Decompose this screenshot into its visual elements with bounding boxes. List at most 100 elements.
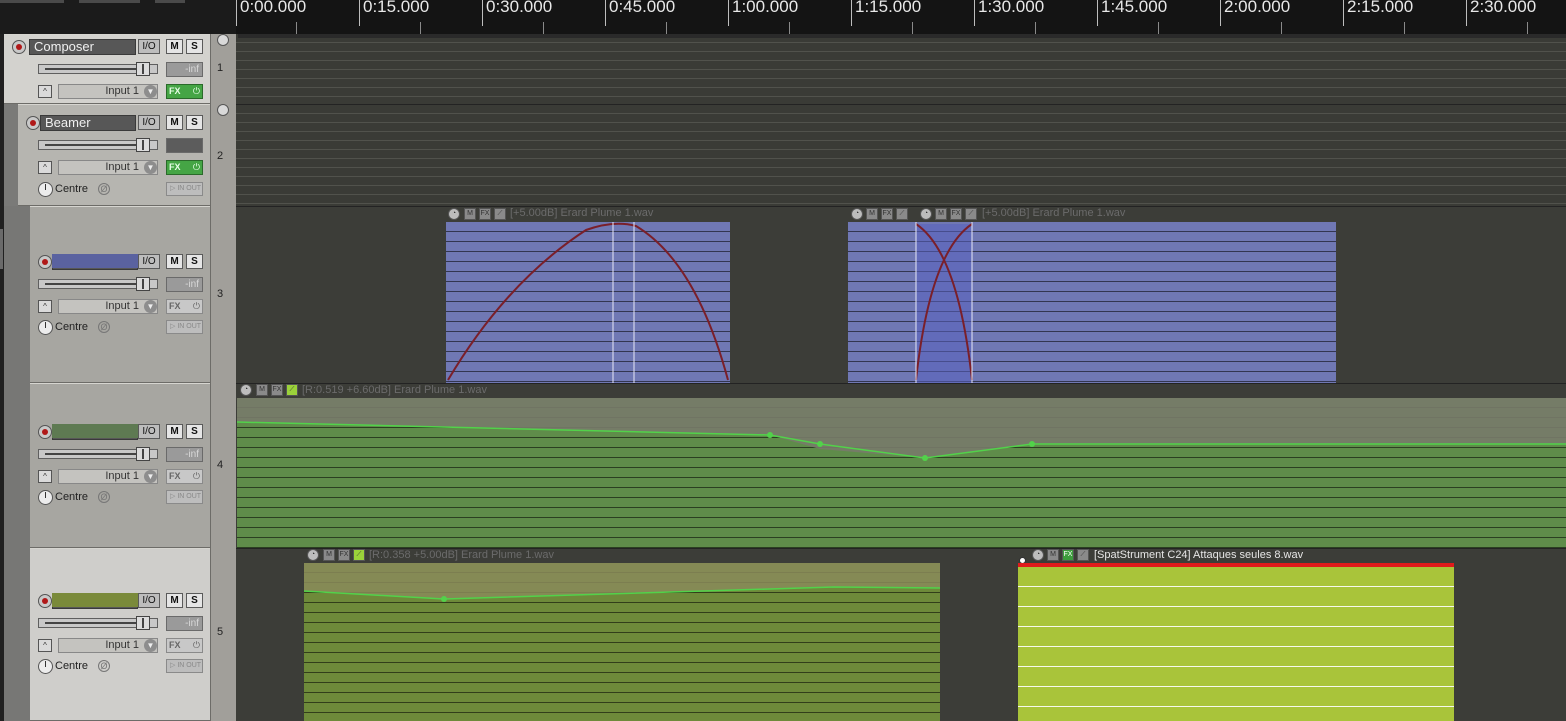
fx-button[interactable]: FX ⏻	[166, 469, 203, 484]
track-panel-3[interactable]: I/O M S -inf ^ Input 1 ▼ FX ⏻ Centre Ø ▷…	[30, 206, 210, 383]
pan-knob[interactable]	[38, 490, 53, 505]
item-mute-icon[interactable]: M	[256, 384, 268, 396]
input-monitor-button[interactable]: ▷ IN OUT	[166, 659, 203, 673]
item-envelope-icon[interactable]: ⟋	[353, 549, 365, 561]
io-button[interactable]: I/O	[138, 254, 160, 269]
item-envelope-icon[interactable]: ⟋	[286, 384, 298, 396]
solo-button[interactable]: S	[186, 39, 203, 54]
track-lane-2[interactable]	[236, 105, 1566, 206]
collapse-arrow-button[interactable]: ^	[38, 470, 52, 483]
item-lock-icon[interactable]: ◔	[920, 208, 932, 220]
collapse-arrow-button[interactable]: ^	[38, 85, 52, 98]
item-envelope-icon[interactable]: ⟋	[1077, 549, 1089, 561]
track-panel-2[interactable]: Beamer I/O M S ^ Input 1 ▼ FX ⏻ Centre Ø…	[18, 104, 210, 206]
pan-knob[interactable]	[38, 182, 53, 197]
chevron-down-icon[interactable]: ▼	[144, 85, 157, 98]
io-button[interactable]: I/O	[138, 424, 160, 439]
input-monitor-button[interactable]: ▷ IN OUT	[166, 320, 203, 334]
input-monitor-button[interactable]: ▷ IN OUT	[166, 182, 203, 196]
item-envelope-icon[interactable]: ⟋	[494, 208, 506, 220]
header-tab[interactable]	[155, 0, 185, 3]
mute-button[interactable]: M	[166, 424, 183, 439]
item-lock-icon[interactable]: ◔	[1032, 549, 1044, 561]
timeline-ruler[interactable]: 0:00.000 0:15.000 0:30.000 0:45.000 1:00…	[0, 0, 1566, 34]
input-selector[interactable]: Input 1	[58, 299, 158, 314]
track-name-field[interactable]: Composer	[29, 39, 136, 55]
header-tab[interactable]	[79, 0, 140, 3]
record-arm-button[interactable]	[38, 255, 52, 269]
item-mute-icon[interactable]: M	[935, 208, 947, 220]
track-panel-1[interactable]: Composer I/O M S -inf ^ Input 1 ▼ FX ⏻	[4, 34, 210, 104]
solo-button[interactable]: S	[186, 254, 203, 269]
track-name-field[interactable]: Beamer	[40, 115, 136, 131]
volume-fader-knob[interactable]	[136, 62, 150, 76]
input-selector[interactable]: Input 1	[58, 160, 158, 175]
header-tab[interactable]	[0, 0, 64, 3]
item-fx-icon[interactable]: FX	[479, 208, 491, 220]
media-item[interactable]	[848, 222, 1336, 383]
phase-invert-button[interactable]: Ø	[98, 183, 110, 195]
pan-knob[interactable]	[38, 659, 53, 674]
record-arm-button[interactable]	[12, 40, 26, 54]
edge-grip[interactable]	[0, 229, 3, 269]
phase-invert-button[interactable]: Ø	[98, 321, 110, 333]
solo-button[interactable]: S	[186, 593, 203, 608]
chevron-down-icon[interactable]: ▼	[144, 161, 157, 174]
mute-button[interactable]: M	[166, 254, 183, 269]
volume-fader-knob[interactable]	[136, 277, 150, 291]
io-button[interactable]: I/O	[138, 115, 160, 130]
chevron-down-icon[interactable]: ▼	[144, 639, 157, 652]
item-mute-icon[interactable]: M	[464, 208, 476, 220]
track-panel-5[interactable]: I/O M S -inf ^ Input 1 ▼ FX ⏻ Centre Ø ▷…	[30, 548, 210, 721]
record-arm-button[interactable]	[38, 425, 52, 439]
solo-button[interactable]: S	[186, 115, 203, 130]
item-fx-icon[interactable]: FX	[950, 208, 962, 220]
item-mute-icon[interactable]: M	[1047, 549, 1059, 561]
input-selector[interactable]: Input 1	[58, 469, 158, 484]
volume-fader-knob[interactable]	[136, 447, 150, 461]
mute-button[interactable]: M	[166, 593, 183, 608]
track-folder-dot[interactable]	[217, 104, 229, 116]
item-fx-icon[interactable]: FX	[271, 384, 283, 396]
chevron-down-icon[interactable]: ▼	[144, 300, 157, 313]
input-monitor-button[interactable]: ▷ IN OUT	[166, 490, 203, 504]
mute-button[interactable]: M	[166, 115, 183, 130]
record-arm-button[interactable]	[26, 116, 40, 130]
item-lock-icon[interactable]: ◔	[240, 384, 252, 396]
input-selector[interactable]: Input 1	[58, 84, 158, 99]
mute-button[interactable]: M	[166, 39, 183, 54]
item-lock-icon[interactable]: ◔	[851, 208, 863, 220]
item-mute-icon[interactable]: M	[866, 208, 878, 220]
media-item[interactable]	[237, 398, 1566, 548]
io-button[interactable]: I/O	[138, 39, 160, 54]
media-item[interactable]	[446, 222, 730, 383]
media-item[interactable]	[304, 563, 940, 721]
solo-button[interactable]: S	[186, 424, 203, 439]
phase-invert-button[interactable]: Ø	[98, 491, 110, 503]
volume-fader-knob[interactable]	[136, 616, 150, 630]
item-lock-icon[interactable]: ◔	[307, 549, 319, 561]
track-lane-1[interactable]	[236, 34, 1566, 104]
chevron-down-icon[interactable]: ▼	[144, 470, 157, 483]
collapse-arrow-button[interactable]: ^	[38, 639, 52, 652]
item-fx-icon[interactable]: FX	[881, 208, 893, 220]
item-fx-icon[interactable]: FX	[1062, 549, 1074, 561]
item-lock-icon[interactable]: ◔	[448, 208, 460, 220]
input-selector[interactable]: Input 1	[58, 638, 158, 653]
fx-button[interactable]: FX ⏻	[166, 84, 203, 99]
volume-fader-knob[interactable]	[136, 138, 150, 152]
item-envelope-icon[interactable]: ⟋	[965, 208, 977, 220]
pan-knob[interactable]	[38, 320, 53, 335]
media-item-selected[interactable]	[1018, 567, 1454, 721]
fx-button[interactable]: FX ⏻	[166, 638, 203, 653]
item-fx-icon[interactable]: FX	[338, 549, 350, 561]
io-button[interactable]: I/O	[138, 593, 160, 608]
item-mute-icon[interactable]: M	[323, 549, 335, 561]
fx-button[interactable]: FX ⏻	[166, 160, 203, 175]
fx-button[interactable]: FX ⏻	[166, 299, 203, 314]
collapse-arrow-button[interactable]: ^	[38, 300, 52, 313]
record-arm-button[interactable]	[38, 594, 52, 608]
collapse-arrow-button[interactable]: ^	[38, 161, 52, 174]
phase-invert-button[interactable]: Ø	[98, 660, 110, 672]
ruler-scale[interactable]: 0:00.000 0:15.000 0:30.000 0:45.000 1:00…	[236, 0, 1566, 34]
